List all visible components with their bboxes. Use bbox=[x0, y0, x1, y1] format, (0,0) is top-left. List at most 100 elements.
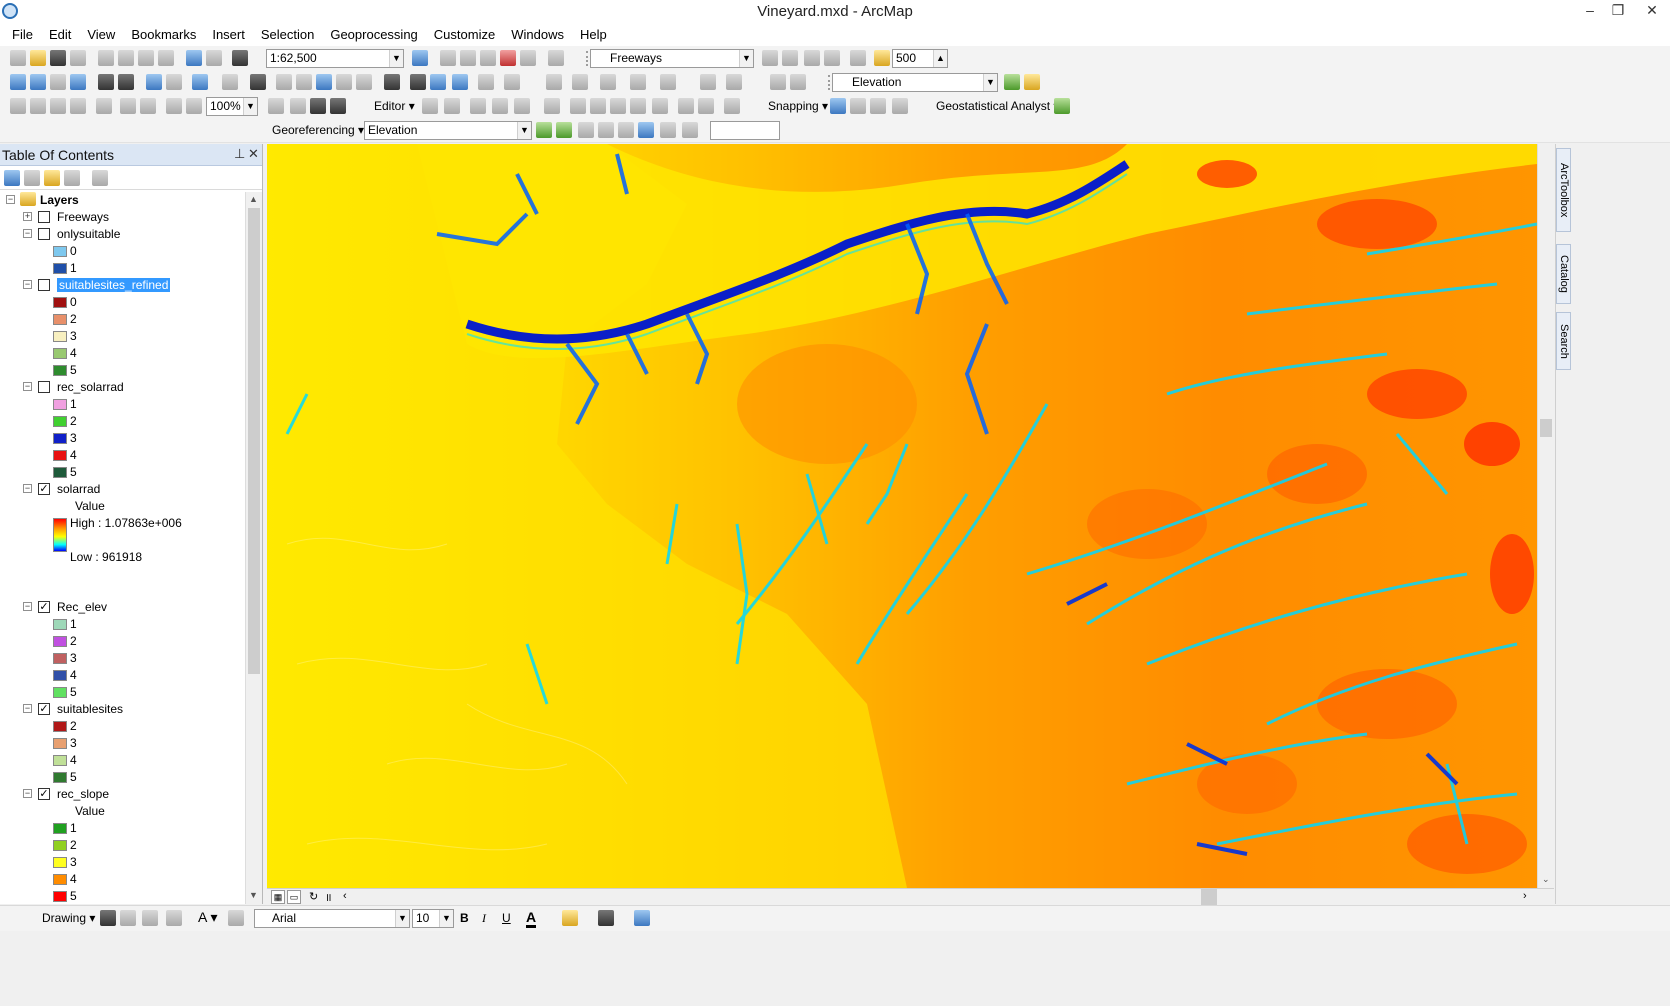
fill-color-icon[interactable] bbox=[562, 910, 578, 926]
legend-swatch[interactable] bbox=[53, 416, 67, 427]
font-size-select[interactable]: 10 ▼ bbox=[412, 909, 454, 928]
menu-bookmarks[interactable]: Bookmarks bbox=[123, 24, 204, 46]
delete-icon[interactable] bbox=[158, 50, 174, 66]
collapse-icon[interactable]: − bbox=[23, 229, 32, 238]
paste-icon[interactable] bbox=[138, 50, 154, 66]
brightness-icon[interactable] bbox=[782, 50, 798, 66]
minimize-button[interactable]: – bbox=[1576, 0, 1604, 22]
select-elements-icon[interactable] bbox=[250, 74, 266, 90]
expand-icon[interactable]: + bbox=[23, 212, 32, 221]
legend-swatch[interactable] bbox=[53, 263, 67, 274]
legend-swatch[interactable] bbox=[53, 348, 67, 359]
end-point-arc-icon[interactable] bbox=[492, 98, 508, 114]
legend-swatch[interactable] bbox=[53, 314, 67, 325]
arctoolbox-icon[interactable] bbox=[500, 50, 516, 66]
add-data-icon[interactable] bbox=[232, 50, 248, 66]
scale-raster-icon[interactable] bbox=[618, 122, 634, 138]
map-scale-select[interactable]: 1:62,500 ▼ bbox=[266, 49, 404, 68]
menu-windows[interactable]: Windows bbox=[503, 24, 572, 46]
legend-swatch[interactable] bbox=[53, 365, 67, 376]
layout-zoom-combo[interactable]: 100% ▼ bbox=[206, 97, 258, 116]
layer-suitablesites[interactable]: − ✓ suitablesites bbox=[0, 701, 245, 718]
straight-segment-icon[interactable] bbox=[470, 98, 486, 114]
data-view-icon[interactable]: ▦ bbox=[271, 890, 285, 904]
split-icon[interactable] bbox=[630, 98, 646, 114]
html-popup-icon[interactable] bbox=[356, 74, 372, 90]
legend-class-row[interactable]: 2 bbox=[0, 837, 245, 854]
legend-class-row[interactable]: 2 bbox=[0, 633, 245, 650]
legend-class-row[interactable]: 4 bbox=[0, 667, 245, 684]
flicker-icon[interactable] bbox=[824, 50, 840, 66]
font-color-button[interactable]: A bbox=[526, 909, 537, 928]
flow-icon[interactable] bbox=[726, 74, 742, 90]
underline-button[interactable]: U bbox=[502, 911, 511, 925]
layout-view-icon[interactable]: ▭ bbox=[287, 890, 301, 904]
pause-drawing-icon[interactable]: ॥ bbox=[325, 890, 332, 905]
data-driven-pages-icon[interactable] bbox=[330, 98, 346, 114]
marker-color-icon[interactable] bbox=[634, 910, 650, 926]
fixed-layout-zoom-icon[interactable] bbox=[120, 98, 136, 114]
edge-snapping-icon[interactable] bbox=[892, 98, 908, 114]
zoom-100-icon[interactable] bbox=[96, 98, 112, 114]
globe-full-extent-icon[interactable] bbox=[70, 74, 86, 90]
map-vscroll-thumb[interactable] bbox=[1540, 419, 1552, 437]
map-hscroll-thumb[interactable] bbox=[1201, 889, 1217, 905]
reshape-icon[interactable] bbox=[590, 98, 606, 114]
redo-icon[interactable] bbox=[206, 50, 222, 66]
menu-insert[interactable]: Insert bbox=[204, 24, 253, 46]
edit-tool-icon[interactable] bbox=[422, 98, 438, 114]
layer-visibility-checkbox[interactable]: ✓ bbox=[38, 483, 50, 495]
catalog-window-icon[interactable] bbox=[460, 50, 476, 66]
layer-name[interactable]: Freeways bbox=[57, 210, 109, 224]
legend-swatch[interactable] bbox=[53, 891, 67, 902]
forward-extent-icon[interactable] bbox=[166, 74, 182, 90]
menu-customize[interactable]: Customize bbox=[426, 24, 503, 46]
legend-swatch[interactable] bbox=[53, 874, 67, 885]
menu-selection[interactable]: Selection bbox=[253, 24, 322, 46]
legend-class-row[interactable]: 3 bbox=[0, 430, 245, 447]
legend-class-row[interactable]: 1 bbox=[0, 820, 245, 837]
new-document-icon[interactable] bbox=[10, 50, 26, 66]
collapse-icon[interactable]: − bbox=[23, 704, 32, 713]
collapse-icon[interactable]: − bbox=[23, 382, 32, 391]
legend-swatch[interactable] bbox=[53, 467, 67, 478]
legend-swatch[interactable] bbox=[53, 399, 67, 410]
focus-data-frame-icon[interactable] bbox=[290, 98, 306, 114]
fixed-zoom-in-icon[interactable] bbox=[98, 74, 114, 90]
menu-view[interactable]: View bbox=[79, 24, 123, 46]
drawing-menu[interactable]: Drawing ▾ bbox=[42, 911, 95, 925]
legend-class-row[interactable]: 5 bbox=[0, 684, 245, 701]
network-icon[interactable] bbox=[600, 74, 616, 90]
legend-swatch[interactable] bbox=[53, 857, 67, 868]
construct-icon[interactable] bbox=[572, 74, 588, 90]
layer-name[interactable]: suitablesites_refined bbox=[57, 278, 171, 292]
scroll-down-icon[interactable]: ▼ bbox=[249, 890, 258, 900]
layer-visibility-checkbox[interactable] bbox=[38, 381, 50, 393]
zoom-whole-page-icon[interactable] bbox=[70, 98, 86, 114]
layer-name[interactable]: Rec_elev bbox=[57, 600, 107, 614]
georeferencing-menu[interactable]: Georeferencing ▾ bbox=[272, 123, 364, 137]
layer-suitablesites-refined[interactable]: − suitablesites_refined bbox=[0, 277, 245, 294]
refresh-icon[interactable]: ↻ bbox=[309, 890, 318, 903]
legend-class-row[interactable]: 1 bbox=[0, 260, 245, 277]
legend-class-row[interactable]: 3 bbox=[0, 854, 245, 871]
barrier-icon[interactable] bbox=[700, 74, 716, 90]
collapse-icon[interactable]: − bbox=[23, 789, 32, 798]
open-icon[interactable] bbox=[30, 50, 46, 66]
map-vertical-scrollbar[interactable]: ⌄ bbox=[1537, 144, 1554, 888]
identify-icon[interactable] bbox=[276, 74, 292, 90]
layer-name[interactable]: solarrad bbox=[57, 482, 100, 496]
toc-scroll-thumb[interactable] bbox=[248, 208, 260, 674]
full-extent-icon[interactable] bbox=[850, 50, 866, 66]
previous-layout-extent-icon[interactable] bbox=[166, 98, 182, 114]
editor-menu[interactable]: Editor ▾ bbox=[374, 99, 415, 113]
results-icon[interactable] bbox=[790, 74, 806, 90]
legend-swatch[interactable] bbox=[53, 450, 67, 461]
collapse-icon[interactable]: − bbox=[23, 602, 32, 611]
select-features-icon[interactable] bbox=[192, 74, 208, 90]
layout-zoom-out-icon[interactable] bbox=[30, 98, 46, 114]
legend-swatch[interactable] bbox=[53, 331, 67, 342]
menu-file[interactable]: File bbox=[4, 24, 41, 46]
zoom-out-icon[interactable] bbox=[30, 74, 46, 90]
layer-rec-solarrad[interactable]: − rec_solarrad bbox=[0, 379, 245, 396]
